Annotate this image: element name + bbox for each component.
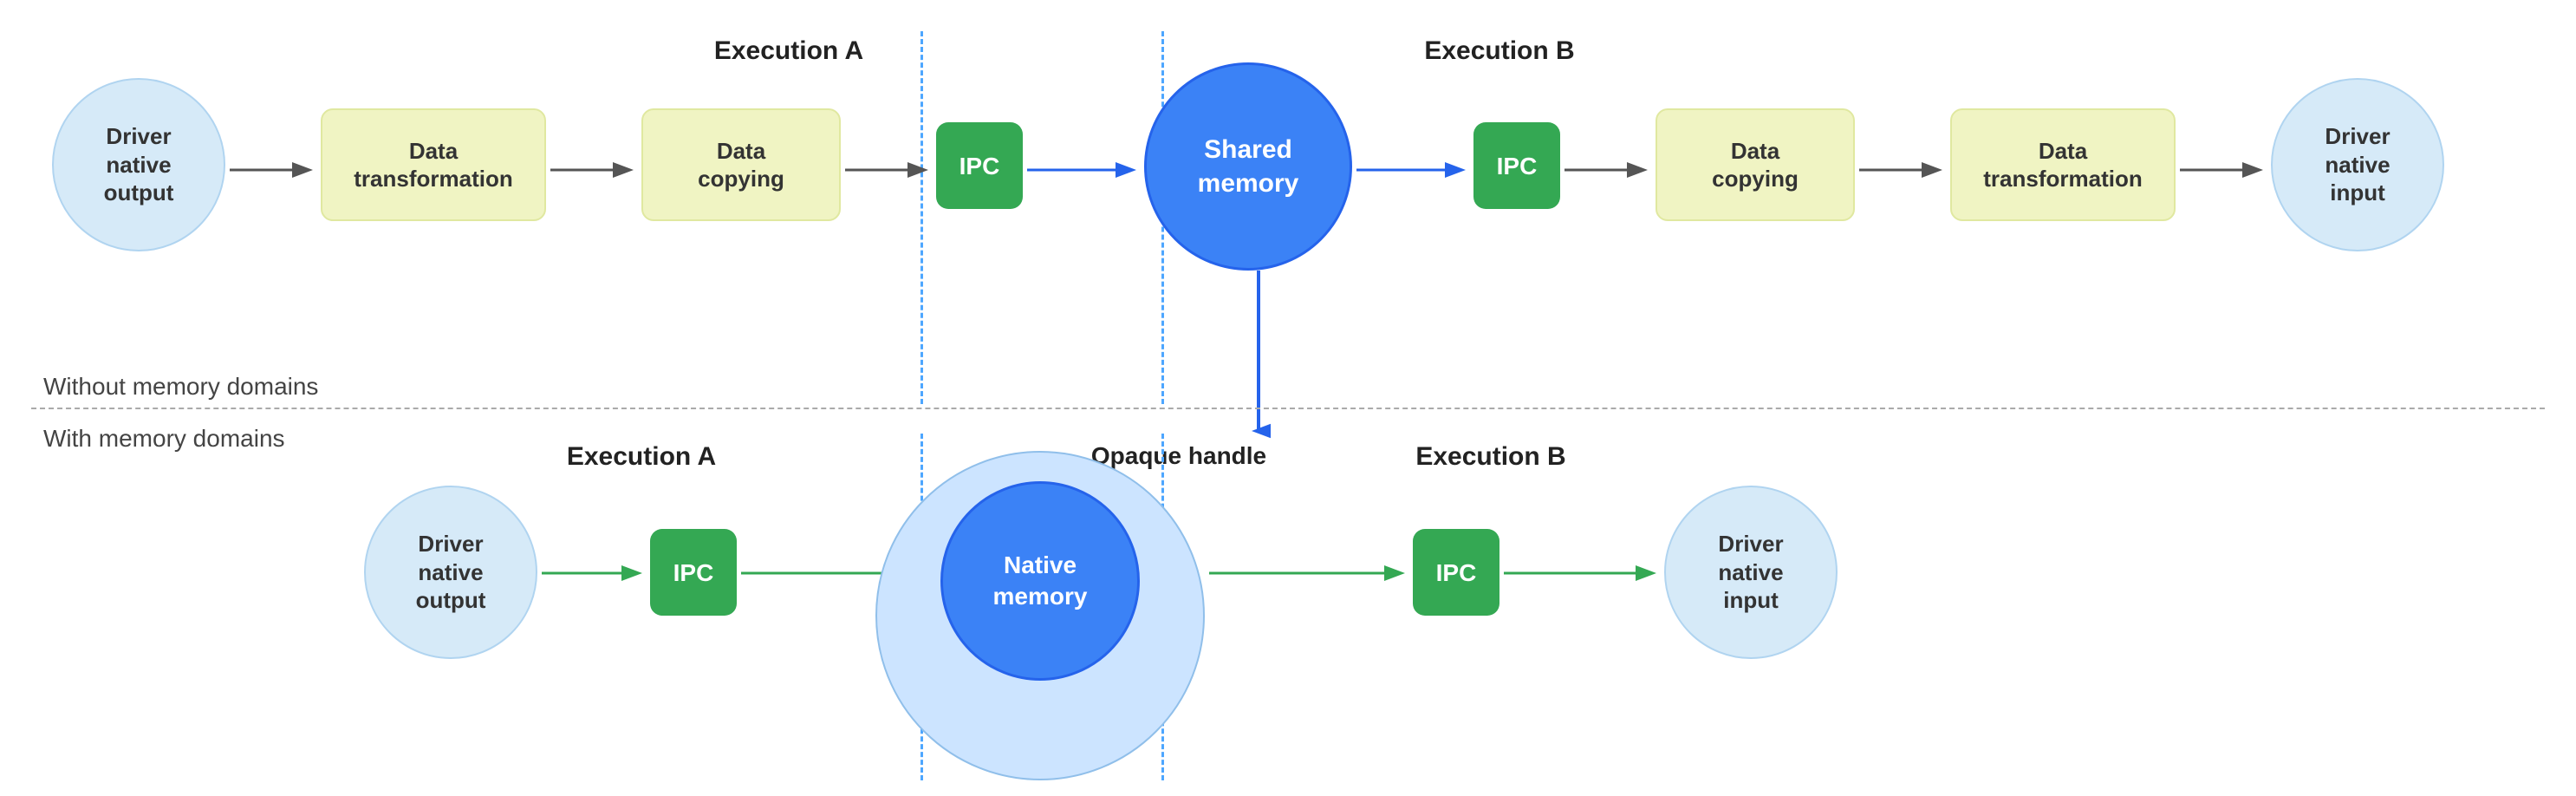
bottom-ipc-a: IPC	[650, 529, 737, 616]
without-memory-domains-label: Without memory domains	[43, 373, 318, 401]
top-data-transformation-a: Data transformation	[321, 108, 546, 221]
arrow-bot-4	[1504, 561, 1660, 585]
arrow-2	[550, 158, 637, 182]
top-driver-native-output: Driver native output	[52, 78, 225, 251]
bottom-native-memory: Native memory	[940, 481, 1140, 681]
bottom-driver-native-input: Driver native input	[1664, 486, 1838, 659]
top-data-copying-a: Data copying	[641, 108, 841, 221]
arrow-3	[845, 158, 932, 182]
bottom-ipc-b: IPC	[1413, 529, 1499, 616]
vertical-line-left-top	[920, 31, 923, 404]
arrow-8	[2180, 158, 2267, 182]
arrow-6	[1564, 158, 1651, 182]
diagram-container: Execution A Execution B Driver native ou…	[0, 0, 2576, 796]
section-divider	[31, 408, 2545, 409]
top-data-transformation-b: Data transformation	[1950, 108, 2176, 221]
arrow-5	[1356, 158, 1469, 182]
bottom-exec-b-label: Execution B	[1369, 442, 1612, 472]
top-data-copying-b: Data copying	[1656, 108, 1855, 221]
top-ipc-a: IPC	[936, 122, 1023, 209]
with-memory-domains-label: With memory domains	[43, 425, 285, 453]
top-ipc-b: IPC	[1473, 122, 1560, 209]
bottom-driver-native-output: Driver native output	[364, 486, 537, 659]
top-shared-memory: Shared memory	[1144, 62, 1352, 271]
top-exec-a-label: Execution A	[659, 36, 919, 66]
arrow-bot-1	[542, 561, 646, 585]
arrow-shared-to-native	[1246, 271, 1271, 444]
arrow-4	[1027, 158, 1140, 182]
top-exec-b-label: Execution B	[1369, 36, 1630, 66]
top-driver-native-input: Driver native input	[2271, 78, 2444, 251]
arrow-bot-3	[1209, 561, 1408, 585]
bottom-exec-a-label: Execution A	[520, 442, 763, 472]
arrow-1	[230, 158, 316, 182]
arrow-7	[1859, 158, 1946, 182]
